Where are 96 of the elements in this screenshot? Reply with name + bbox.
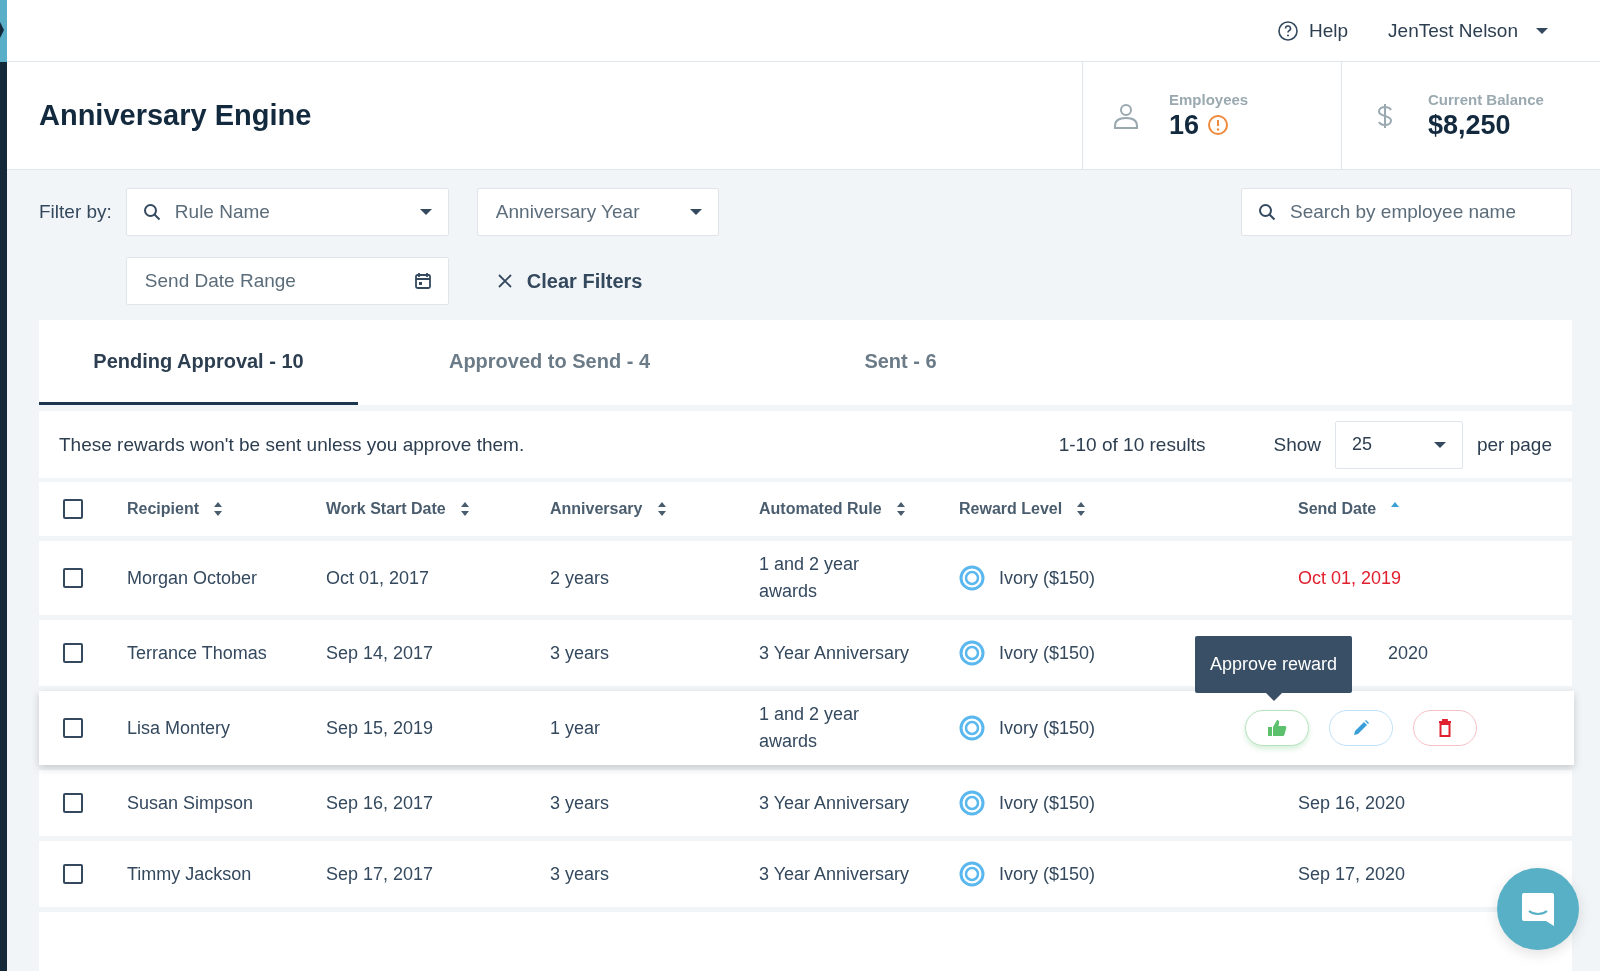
sort-icon[interactable] xyxy=(895,501,906,517)
help-icon xyxy=(1277,19,1299,42)
close-icon xyxy=(496,273,513,289)
table-cell: 3 years xyxy=(550,863,610,885)
date-range-input[interactable]: Send Date Range xyxy=(142,269,402,293)
table-cell-text: 3 Year Anniversary xyxy=(759,791,910,815)
sort-icon[interactable] xyxy=(213,501,223,517)
table-cell: Sep 15, 2019 xyxy=(326,717,434,739)
search-icon xyxy=(1258,203,1276,221)
user-menu[interactable]: JenTest Nelson xyxy=(1388,19,1548,42)
table-row[interactable]: Morgan October Oct 01, 2017 2 years 1 and 2 year awards Ivory ($150) Oct 01, 2019 xyxy=(39,541,1572,615)
table-cell: Ivory ($150) xyxy=(999,863,1096,885)
caret-icon xyxy=(419,209,432,215)
trash-icon xyxy=(1438,719,1452,737)
date-range-field[interactable]: Send Date Range xyxy=(125,257,449,305)
column-header[interactable]: Reward Level xyxy=(959,500,1063,518)
table-cell: Oct 01, 2017 xyxy=(326,567,430,589)
info-text: These rewards won't be sent unless you approve them. xyxy=(59,433,526,456)
sort-ascending-icon[interactable] xyxy=(1390,500,1401,508)
reward-level-icon xyxy=(959,640,985,666)
caret-icon xyxy=(689,209,702,215)
table-cell: Ivory ($150) xyxy=(999,717,1096,739)
show-label: Show xyxy=(1273,433,1321,456)
thumbs-up-icon xyxy=(1267,719,1287,737)
stat-label: Current Balance xyxy=(1428,90,1544,108)
table-cell: Ivory ($150) xyxy=(999,567,1096,589)
search-input[interactable]: Search by employee name xyxy=(1288,200,1555,224)
table-cell: Ivory ($150) xyxy=(999,642,1096,664)
table-cell: 2020 xyxy=(1388,642,1429,664)
tab[interactable]: Sent - 6 xyxy=(741,320,1060,405)
caret-icon xyxy=(1434,441,1446,448)
filter-label: Filter by: xyxy=(39,201,112,223)
stat-value: $8,250 xyxy=(1428,109,1511,141)
column-header[interactable]: Send Date xyxy=(1298,500,1377,518)
column-header[interactable]: Automated Rule xyxy=(759,500,882,518)
select-all-checkbox[interactable] xyxy=(63,499,83,519)
rule-name-dropdown[interactable]: Rule Name xyxy=(125,188,449,236)
search-icon xyxy=(142,203,161,221)
caret-icon xyxy=(1536,27,1548,34)
table-row[interactable]: Susan Simpson Sep 16, 2017 3 years 3 Year Anniversary Ivory ($150) Sep 16, 2020 xyxy=(39,770,1572,836)
table-cell: Susan Simpson xyxy=(127,792,254,814)
table-cell: Sep 16, 2017 xyxy=(326,792,434,814)
person-icon xyxy=(1113,101,1139,130)
pencil-icon xyxy=(1352,719,1370,737)
table-cell: 3 years xyxy=(550,642,610,664)
table-cell: 3 years xyxy=(550,792,610,814)
tooltip: Approve reward xyxy=(1195,636,1353,701)
table-cell-text: 1 and 2 year awards xyxy=(759,703,861,753)
reward-level-icon xyxy=(959,861,985,887)
reward-level-icon xyxy=(959,715,985,741)
help-link[interactable]: Help xyxy=(1277,19,1349,42)
table-cell: Sep 16, 2020 xyxy=(1298,792,1406,814)
table-cell: Morgan October xyxy=(127,567,258,589)
table-cell-text: 3 Year Anniversary xyxy=(759,641,910,665)
reward-level-icon xyxy=(959,790,985,816)
table-cell: Terrance Thomas xyxy=(127,642,267,664)
table-cell: Sep 14, 2017 xyxy=(326,642,434,664)
edit-button[interactable] xyxy=(1329,710,1393,746)
table-cell: Sep 17, 2017 xyxy=(326,863,434,885)
row-checkbox[interactable] xyxy=(63,718,83,738)
search-field[interactable]: Search by employee name xyxy=(1241,188,1572,236)
table-cell-text: 1 and 2 year awards xyxy=(759,553,861,603)
per-page-label: per page xyxy=(1477,433,1552,456)
calendar-icon[interactable] xyxy=(413,272,432,290)
table-cell: Oct 01, 2019 xyxy=(1298,567,1402,589)
page-title: Anniversary Engine xyxy=(39,99,312,132)
column-header[interactable]: Anniversary xyxy=(550,500,643,518)
column-header[interactable]: Work Start Date xyxy=(326,500,446,518)
row-checkbox[interactable] xyxy=(63,568,83,588)
table-cell-text: 3 Year Anniversary xyxy=(759,862,910,886)
table-cell: Sep 17, 2020 xyxy=(1298,863,1406,885)
sort-icon[interactable] xyxy=(459,501,470,517)
stat-label: Employees xyxy=(1169,90,1249,108)
reward-level-icon xyxy=(959,565,985,591)
table-cell: 1 year xyxy=(550,717,601,739)
stat-value: 16 xyxy=(1169,109,1200,141)
row-checkbox[interactable] xyxy=(63,793,83,813)
sort-icon[interactable] xyxy=(656,501,667,517)
row-checkbox[interactable] xyxy=(63,643,83,663)
clear-filters-button[interactable]: Clear Filters xyxy=(476,269,719,293)
sort-icon[interactable] xyxy=(1076,501,1087,517)
column-header[interactable]: Recipient xyxy=(127,500,199,518)
table-cell: Ivory ($150) xyxy=(999,792,1096,814)
table-cell: Lisa Montery xyxy=(127,717,231,739)
anniversary-year-input[interactable]: Anniversary Year xyxy=(493,200,670,224)
row-checkbox[interactable] xyxy=(63,864,83,884)
anniversary-year-dropdown[interactable]: Anniversary Year xyxy=(476,188,719,236)
rule-name-input[interactable]: Rule Name xyxy=(172,200,400,224)
results-count: 1-10 of 10 results xyxy=(1058,433,1206,456)
tab[interactable]: Pending Approval - 10 xyxy=(39,320,358,405)
page-size-dropdown[interactable]: 25 xyxy=(1335,420,1463,469)
delete-button[interactable] xyxy=(1413,710,1477,746)
table-cell: Timmy Jackson xyxy=(127,863,252,885)
table-cell: 2 years xyxy=(550,567,610,589)
table-row[interactable]: Timmy Jackson Sep 17, 2017 3 years 3 Year Anniversary Ivory ($150) Sep 17, 2020 xyxy=(39,841,1572,907)
tab[interactable]: Approved to Send - 4 xyxy=(390,320,709,405)
